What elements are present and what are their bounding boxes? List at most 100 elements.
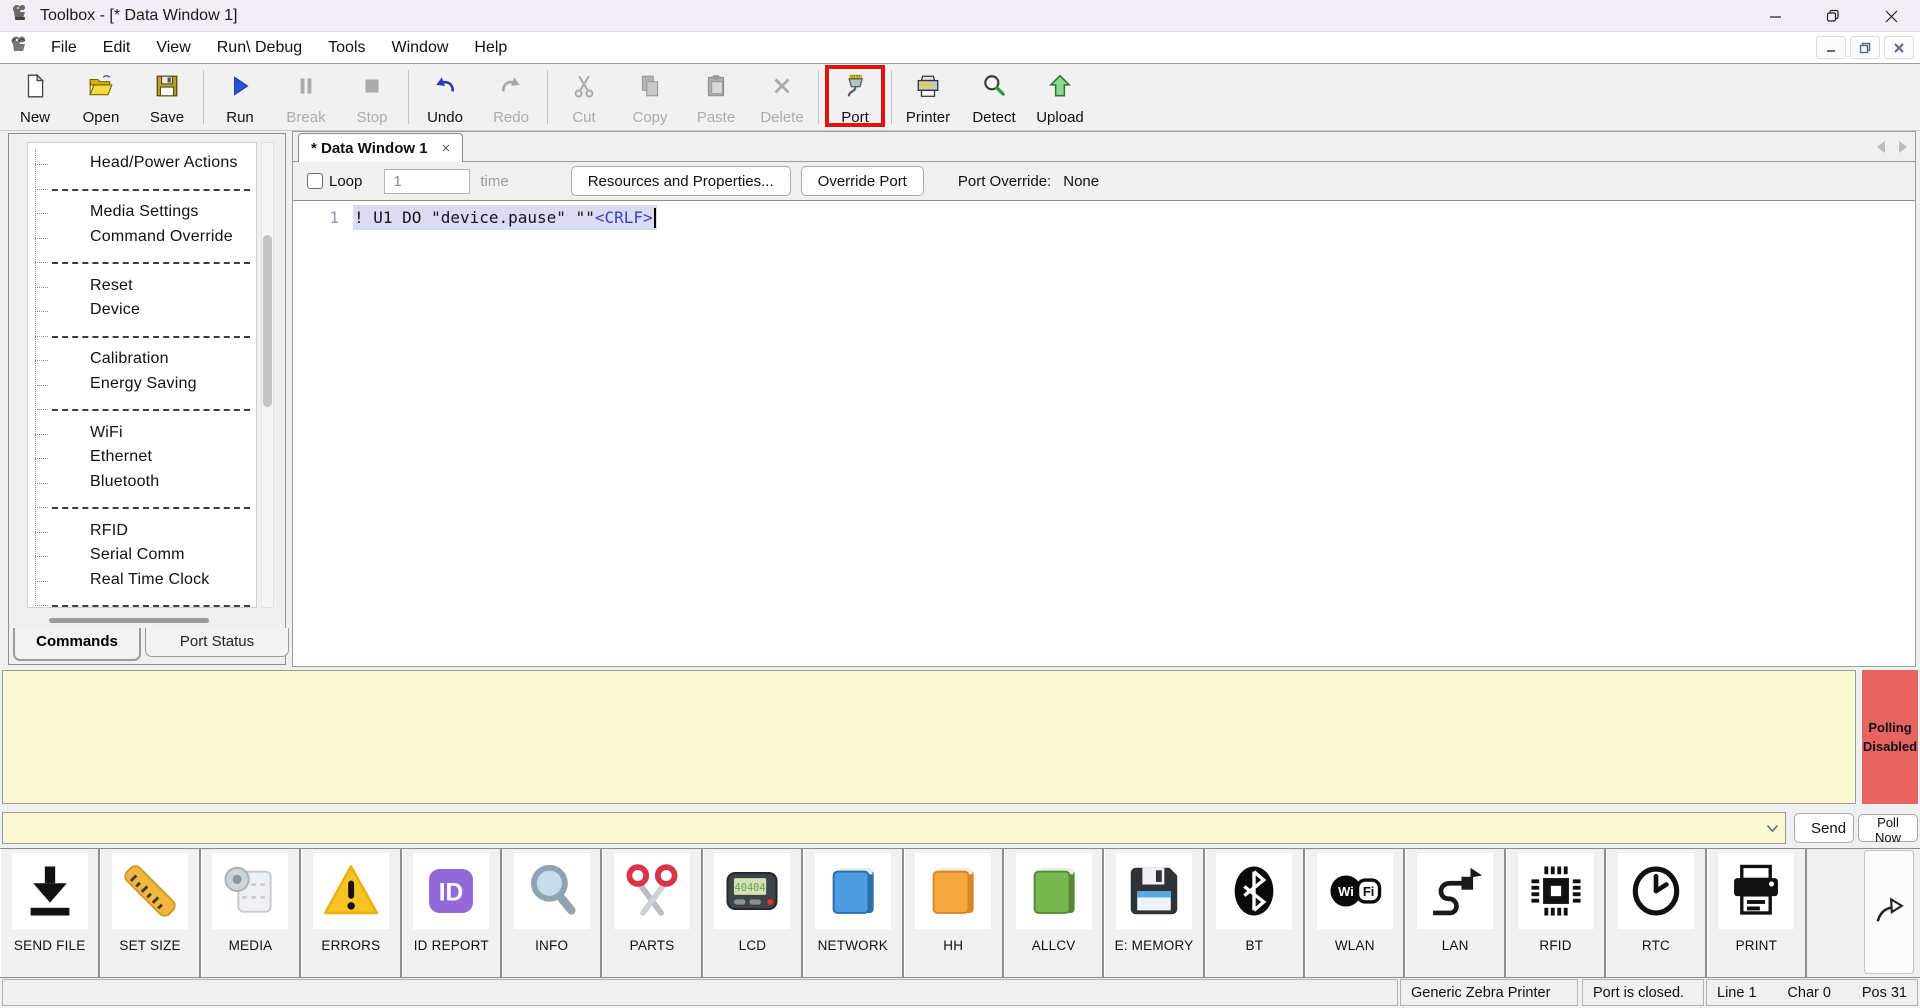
tree-item-bluetooth[interactable]: Bluetooth (28, 471, 256, 496)
sidebar-vertical-scrollbar[interactable] (261, 142, 274, 608)
save-button[interactable]: Save (134, 64, 200, 130)
code-crlf-tag: <CRLF> (595, 208, 653, 227)
tab-scroll-right-icon[interactable] (1899, 141, 1907, 153)
tab-commands[interactable]: Commands (13, 628, 141, 661)
override-port-button[interactable]: Override Port (801, 166, 924, 196)
restore-icon[interactable] (1804, 0, 1862, 32)
tree-item-rfid[interactable]: RFID (28, 520, 256, 545)
send-file-icon (12, 853, 88, 929)
chevron-down-icon[interactable] (1759, 813, 1785, 843)
upload-button[interactable]: Upload (1027, 64, 1093, 130)
menu-edit[interactable]: Edit (90, 32, 144, 64)
tree-item-calibration[interactable]: Calibration (28, 348, 256, 373)
tree-item-reset[interactable]: Reset (28, 275, 256, 300)
status-char: Char 0 (1787, 985, 1831, 1001)
status-bar: Generic Zebra Printer Port is closed. Li… (0, 978, 1920, 1008)
port-button[interactable]: Port (822, 64, 888, 130)
tab-port-status[interactable]: Port Status (145, 628, 289, 657)
status-line: Line 1 (1717, 985, 1757, 1001)
sidebar-horizontal-scrollbar[interactable] (27, 616, 257, 625)
minimize-icon[interactable] (1746, 0, 1804, 32)
run-button[interactable]: Run (207, 64, 273, 130)
polling-status-line1: Polling (1868, 718, 1911, 738)
toolbar-separator (818, 70, 819, 124)
mdi-restore-icon[interactable] (1850, 36, 1880, 59)
tree-item-ethernet[interactable]: Ethernet (28, 446, 256, 471)
tree-item-wifi[interactable]: WiFi (28, 422, 256, 447)
tree-item-energy-saving[interactable]: Energy Saving (28, 373, 256, 398)
scrollbar-thumb[interactable] (49, 618, 209, 623)
tree-item-serial-comm[interactable]: Serial Comm (28, 544, 256, 569)
scissors-icon (614, 853, 690, 929)
loop-checkbox[interactable] (307, 173, 323, 189)
network-button[interactable]: NETWORK (803, 849, 903, 977)
open-button[interactable]: Open (68, 64, 134, 130)
tab-data-window-1[interactable]: * Data Window 1 × (298, 133, 463, 162)
flyout-button[interactable] (1864, 850, 1914, 974)
undo-icon (432, 73, 458, 104)
send-button[interactable]: Send (1794, 813, 1854, 843)
menu-run-debug[interactable]: Run\ Debug (204, 32, 315, 64)
hh-button[interactable]: HH (904, 849, 1004, 977)
loop-count-input[interactable] (384, 169, 470, 194)
mdi-minimize-icon[interactable] (1816, 36, 1846, 59)
console-output[interactable] (2, 670, 1856, 804)
tree-item-real-time-clock[interactable]: Real Time Clock (28, 569, 256, 594)
window-controls (1746, 0, 1920, 32)
resources-properties-button[interactable]: Resources and Properties... (571, 166, 791, 196)
menu-tools[interactable]: Tools (315, 32, 378, 64)
code-editor[interactable]: 1 ! U1 DO "device.pause" "" <CRLF> (293, 201, 1915, 666)
polling-status-badge: Polling Disabled (1862, 670, 1918, 804)
errors-button[interactable]: ERRORS (301, 849, 401, 977)
mdi-close-icon[interactable] (1884, 36, 1914, 59)
detect-button[interactable]: Detect (961, 64, 1027, 130)
tree-item-head-power[interactable]: Head/Power Actions (28, 152, 256, 177)
cable-icon (1417, 853, 1493, 929)
print-button[interactable]: PRINT (1707, 849, 1807, 977)
send-input[interactable] (3, 813, 1759, 843)
tree-item-device[interactable]: Device (28, 299, 256, 324)
lcd-button[interactable]: 40404 LCD (703, 849, 803, 977)
e-memory-button[interactable]: E: MEMORY (1104, 849, 1204, 977)
svg-text:Fi: Fi (1363, 884, 1374, 899)
toolbar-separator (408, 70, 409, 124)
menu-help[interactable]: Help (461, 32, 520, 64)
tab-scroll-left-icon[interactable] (1877, 141, 1885, 153)
scrollbar-thumb[interactable] (263, 235, 272, 407)
printer-button[interactable]: Printer (895, 64, 961, 130)
new-button[interactable]: New (2, 64, 68, 130)
copy-button: Copy (617, 64, 683, 130)
wlan-button[interactable]: WiFi WLAN (1305, 849, 1405, 977)
menu-window[interactable]: Window (379, 32, 462, 64)
lan-button[interactable]: LAN (1405, 849, 1505, 977)
tree-separator (28, 250, 256, 275)
wifi-logo-icon: WiFi (1317, 853, 1393, 929)
undo-button[interactable]: Undo (412, 64, 478, 130)
media-button[interactable]: MEDIA (201, 849, 301, 977)
bt-button[interactable]: BT (1205, 849, 1305, 977)
main-toolbar: New Open Save Run Break Stop Undo (0, 64, 1920, 131)
poll-now-button[interactable]: Poll Now (1858, 814, 1918, 842)
menu-view[interactable]: View (143, 32, 203, 64)
allcv-button[interactable]: ALLCV (1004, 849, 1104, 977)
tree-item-media-settings[interactable]: Media Settings (28, 201, 256, 226)
tree-item-command-override[interactable]: Command Override (28, 226, 256, 251)
info-button[interactable]: INFO (502, 849, 602, 977)
text-caret (654, 208, 656, 228)
parts-button[interactable]: PARTS (602, 849, 702, 977)
close-icon[interactable] (1862, 0, 1920, 32)
set-size-button[interactable]: SET SIZE (100, 849, 200, 977)
app-icon (10, 3, 30, 28)
new-file-icon (22, 73, 48, 104)
pager-icon: 40404 (714, 853, 790, 929)
id-report-button[interactable]: ID ID REPORT (402, 849, 502, 977)
tab-close-icon[interactable]: × (442, 141, 451, 156)
menu-file[interactable]: File (38, 32, 90, 64)
run-icon (227, 73, 253, 104)
rfid-button[interactable]: RFID (1506, 849, 1606, 977)
title-bar: Toolbox - [* Data Window 1] (0, 0, 1920, 32)
status-pos: Pos 31 (1862, 985, 1907, 1001)
send-file-button[interactable]: SEND FILE (0, 849, 100, 977)
rtc-button[interactable]: RTC (1606, 849, 1706, 977)
open-folder-icon (88, 73, 114, 104)
